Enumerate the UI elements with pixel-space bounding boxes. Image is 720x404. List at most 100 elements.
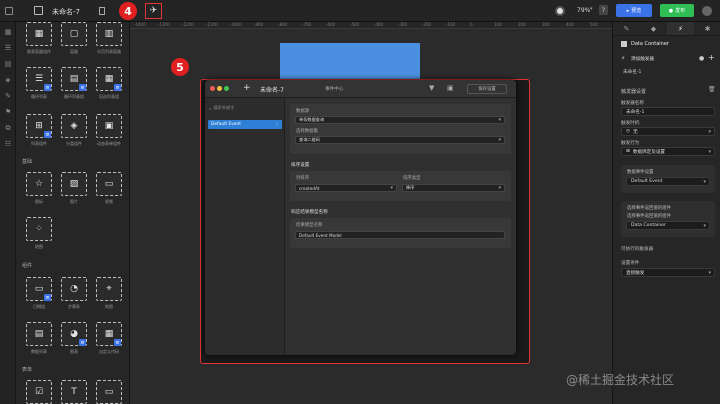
menu-icon[interactable]: [5, 7, 13, 15]
pie-chart-icon[interactable]: ◔: [61, 277, 87, 301]
ruler-tick: -1100: [206, 22, 218, 27]
ruler-tick: -100: [446, 22, 456, 27]
publish-icon: ●: [668, 7, 674, 14]
source-label: 数据源: [296, 109, 310, 114]
style-icon[interactable]: ✎: [613, 22, 640, 35]
lightning-icon: ⚡: [621, 55, 626, 62]
plugin-icon[interactable]: ✎: [0, 88, 16, 104]
code-icon[interactable]: ⧉: [0, 120, 16, 136]
layers-icon[interactable]: ☰: [0, 40, 16, 56]
top-toolbar: 未命名-7 ✈ 79% ▾ ? ▸ 预览 ● 发布: [0, 0, 720, 22]
zoom-level[interactable]: 79%: [577, 7, 590, 14]
ruler-tick: -300: [398, 22, 408, 27]
frame-icon[interactable]: [99, 7, 105, 15]
chevron-down-icon: ▾: [708, 128, 711, 135]
model-name-input[interactable]: Default Event Model: [295, 231, 505, 239]
palette-tile[interactable]: ◈: [61, 114, 87, 138]
sub-target-select[interactable]: Data Container ▾: [626, 221, 710, 230]
trigger-name-value: 未命名-1: [626, 109, 645, 115]
event-list-item[interactable]: Default Event ⋮: [208, 120, 282, 129]
pages-icon[interactable]: ▤: [0, 56, 16, 72]
palette-tile[interactable]: ▣: [96, 114, 122, 138]
debug-icon[interactable]: ✱: [694, 22, 720, 35]
tile-label: 培训列表组: [99, 94, 119, 99]
new-badge: ≡: [44, 294, 51, 301]
image-icon[interactable]: ▨: [61, 172, 87, 196]
add-trigger-button[interactable]: +: [708, 53, 715, 62]
info-icon[interactable]: ●: [699, 55, 704, 62]
help-icon[interactable]: ?: [599, 5, 608, 15]
tile-label: 视频: [105, 199, 113, 204]
tile-label: 循环列表: [31, 94, 47, 99]
sort-field-label: 列排序: [296, 176, 310, 181]
data-icon[interactable]: ◈: [0, 72, 16, 88]
list-icon[interactable]: ☷: [0, 136, 16, 152]
palette-tile[interactable]: ▥: [96, 22, 122, 46]
components-icon[interactable]: ▦: [0, 24, 16, 40]
trigger-action-select[interactable]: ⊞ 数据绑定及设置 ▾: [621, 147, 715, 156]
sort-field-select[interactable]: createdAt ▾: [295, 184, 397, 192]
tile-label: 图片: [70, 199, 78, 204]
left-rail: ▦ ☰ ▤ ◈ ✎ ⚑ ⧉ ☷: [0, 22, 16, 404]
tile-label: 地图: [35, 244, 43, 249]
document-title: 未命名-7: [52, 8, 80, 16]
tile-label: 图表: [70, 349, 78, 354]
ruler-tick: -1300: [158, 22, 170, 27]
video-icon[interactable]: ▭: [96, 172, 122, 196]
source-select[interactable]: 单条数据查询 ▾: [295, 116, 505, 124]
ruler-tick: -1400: [134, 22, 146, 27]
filter-icon[interactable]: ▼: [429, 84, 434, 92]
save-settings-button[interactable]: 保存设置: [467, 84, 507, 94]
sort-type-select[interactable]: 降序 ▾: [402, 184, 505, 192]
trigger-list-item[interactable]: 未命名-1: [623, 69, 641, 75]
tile-label: 循环列表组: [64, 94, 84, 99]
settings-icon[interactable]: ◆: [640, 22, 667, 35]
text-input-icon[interactable]: T: [61, 380, 87, 404]
exec-label: 设置条件: [621, 261, 640, 266]
map-pin-icon[interactable]: ⌖: [96, 277, 122, 301]
sub-event-select[interactable]: Default Event ▾: [626, 177, 710, 186]
ruler-tick: -200: [422, 22, 432, 27]
textarea-icon[interactable]: ▭: [96, 380, 122, 404]
preview-button[interactable]: ▸ 预览: [616, 4, 652, 17]
checkbox-icon[interactable]: ☑: [26, 380, 52, 404]
delete-icon[interactable]: 🗑: [708, 86, 716, 93]
close-dot[interactable]: [210, 86, 215, 91]
search-icon: ⌕: [209, 105, 212, 111]
tile-label: 日期组: [33, 304, 45, 309]
highlighted-tool-button[interactable]: ✈: [145, 3, 162, 19]
more-icon[interactable]: ⋮: [275, 122, 279, 127]
chevron-down-icon: ▾: [498, 117, 501, 123]
palette-tile[interactable]: ▦: [26, 22, 52, 46]
callout-4: 4: [119, 2, 137, 20]
dots-icon[interactable]: ⁘: [26, 217, 52, 241]
theme-toggle-icon[interactable]: [555, 6, 565, 16]
properties-panel: ✎ ◆ ⚡ ✱ Data Container ⚡ 添加触发器 ● + 未命名-1…: [612, 22, 720, 404]
exec-select[interactable]: 直接触发 ▾: [621, 268, 715, 277]
event-icon[interactable]: ⚡: [667, 22, 694, 35]
assets-icon[interactable]: ⚑: [0, 104, 16, 120]
window-controls: [5, 7, 13, 15]
more-triggers-label: 可执行的触发器: [621, 247, 654, 252]
query-select[interactable]: 查询二维码 ▾: [295, 136, 505, 144]
new-badge: ≡: [114, 84, 121, 91]
user-avatar[interactable]: [702, 6, 712, 16]
selected-component[interactable]: [280, 43, 420, 79]
add-event-icon[interactable]: +: [243, 83, 251, 93]
palette-tile[interactable]: ▢: [61, 22, 87, 46]
minimize-dot[interactable]: [217, 86, 222, 91]
sub-event-value: Default Event: [631, 179, 663, 184]
ruler-tick: -900: [254, 22, 264, 27]
trigger-name-input[interactable]: 未命名-1: [621, 107, 715, 116]
action-icon: ⊞: [626, 149, 630, 154]
trigger-time-select[interactable]: ◷ 无 ▾: [621, 127, 715, 136]
new-badge: ≡: [114, 339, 121, 346]
maximize-dot[interactable]: [224, 86, 229, 91]
chat-icon[interactable]: ▣: [447, 84, 454, 92]
zoom-dropdown-icon[interactable]: ▾: [590, 6, 593, 12]
publish-button[interactable]: ● 发布: [660, 4, 694, 17]
sidebar-toggle-icon[interactable]: [34, 6, 43, 15]
event-search[interactable]: ⌕ 搜索关键字: [209, 104, 281, 112]
star-icon[interactable]: ☆: [26, 172, 52, 196]
table-icon[interactable]: ▤: [26, 322, 52, 346]
